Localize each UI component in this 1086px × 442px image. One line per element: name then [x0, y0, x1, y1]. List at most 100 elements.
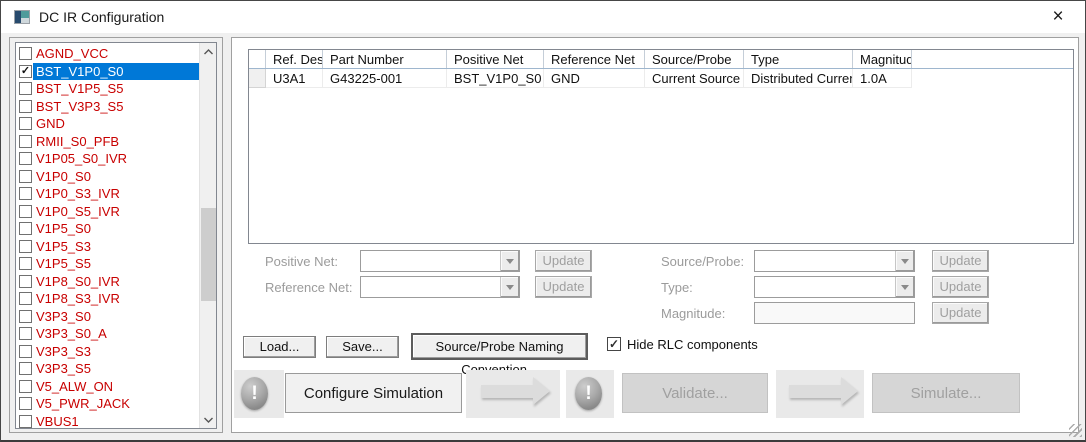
- net-name: V5_PWR_JACK: [36, 396, 130, 412]
- net-checkbox[interactable]: [19, 327, 32, 341]
- column-header-type[interactable]: Type: [744, 50, 853, 68]
- list-item-v3p3_s5[interactable]: V3P3_S5: [16, 360, 199, 378]
- list-item-v1p8_s0_ivr[interactable]: V1P8_S0_IVR: [16, 273, 199, 291]
- net-checkbox[interactable]: [19, 344, 32, 358]
- list-item-v1p8_s3_ivr[interactable]: V1P8_S3_IVR: [16, 290, 199, 308]
- net-checkbox[interactable]: [19, 99, 32, 113]
- source-probe-naming-convention-button[interactable]: Source/Probe Naming Convention...: [411, 333, 588, 377]
- net-name: V1P5_S5: [36, 256, 91, 272]
- list-item-v3p3_s3[interactable]: V3P3_S3: [16, 343, 199, 361]
- table-cell: G43225-001: [323, 69, 447, 88]
- net-checkbox[interactable]: [19, 274, 32, 288]
- configure-simulation-button[interactable]: Configure Simulation: [285, 373, 462, 413]
- magnitude-field: [754, 302, 915, 324]
- net-checkbox[interactable]: [19, 117, 32, 131]
- close-icon[interactable]: ×: [1035, 1, 1081, 33]
- net-name: GND: [36, 116, 65, 132]
- list-item-rmii_s0_pfb[interactable]: RMII_S0_PFB: [16, 133, 199, 151]
- net-name: BST_V1P0_S0: [33, 62, 199, 80]
- net-checkbox[interactable]: [19, 397, 32, 411]
- net-checkbox[interactable]: [19, 222, 32, 236]
- list-item-gnd[interactable]: GND: [16, 115, 199, 133]
- net-list-panel: AGND_VCC ✓ BST_V1P0_S0 BST_V1P5_S5 BST_V3P3_…: [9, 37, 223, 433]
- list-item-v5_pwr_jack[interactable]: V5_PWR_JACK: [16, 395, 199, 413]
- chevron-down-icon: [500, 277, 519, 297]
- column-header-reference-net[interactable]: Reference Net: [544, 50, 645, 68]
- net-list-scrollbar[interactable]: [199, 43, 216, 428]
- net-name: AGND_VCC: [36, 46, 109, 62]
- chevron-down-icon: [895, 251, 914, 271]
- scrollbar-thumb[interactable]: [201, 208, 216, 301]
- net-checkbox[interactable]: [19, 239, 32, 253]
- list-item-vbus1[interactable]: VBUS1: [16, 413, 199, 428]
- net-checkbox[interactable]: [19, 414, 32, 428]
- net-checkbox[interactable]: [19, 82, 32, 96]
- list-item-v3p3_s0[interactable]: V3P3_S0: [16, 308, 199, 326]
- net-checkbox[interactable]: [19, 292, 32, 306]
- simulate-button: Simulate...: [872, 373, 1020, 413]
- net-listbox: AGND_VCC ✓ BST_V1P0_S0 BST_V1P5_S5 BST_V3P3_…: [15, 42, 217, 429]
- net-checkbox[interactable]: [19, 187, 32, 201]
- table-cell: 1.0A: [853, 69, 912, 88]
- list-item-bst_v3p3_s5[interactable]: BST_V3P3_S5: [16, 98, 199, 116]
- column-header-source-probe[interactable]: Source/Probe: [645, 50, 744, 68]
- net-name: V3P3_S0_A: [36, 326, 107, 342]
- net-name: V1P8_S0_IVR: [36, 273, 120, 289]
- net-checkbox[interactable]: [19, 47, 32, 61]
- list-item-v1p0_s5_ivr[interactable]: V1P0_S5_IVR: [16, 203, 199, 221]
- list-item-v3p3_s0_a[interactable]: V3P3_S0_A: [16, 325, 199, 343]
- arrow-right-icon: [481, 377, 550, 405]
- configuration-panel: Ref. Des. Part Number Positive Net Referenc…: [231, 37, 1079, 433]
- net-checkbox[interactable]: [19, 152, 32, 166]
- column-header-positive-net[interactable]: Positive Net: [447, 50, 544, 68]
- list-item-bst_v1p0_s0[interactable]: ✓ BST_V1P0_S0: [16, 62, 199, 81]
- type-label: Type:: [661, 280, 693, 295]
- net-name: V1P0_S0: [36, 168, 91, 184]
- scroll-down-icon[interactable]: [200, 411, 216, 428]
- column-header-part-number[interactable]: Part Number: [323, 50, 447, 68]
- save-button[interactable]: Save...: [326, 336, 399, 358]
- net-name: V3P3_S3: [36, 343, 91, 359]
- list-item-v5_alw_on[interactable]: V5_ALW_ON: [16, 378, 199, 396]
- net-checkbox[interactable]: [19, 379, 32, 393]
- net-checkbox[interactable]: [19, 362, 32, 376]
- chevron-down-icon: [500, 251, 519, 271]
- row-selector-cell[interactable]: [249, 69, 266, 88]
- net-checkbox[interactable]: [19, 309, 32, 323]
- net-name: V1P5_S0: [36, 221, 91, 237]
- table-row[interactable]: U3A1 G43225-001 BST_V1P0_S0 GND Current Sour…: [249, 69, 1073, 88]
- list-item-v1p5_s3[interactable]: V1P5_S3: [16, 238, 199, 256]
- list-item-v1p5_s0[interactable]: V1P5_S0: [16, 220, 199, 238]
- table-cell: Distributed Current: [744, 69, 853, 88]
- net-name: V3P3_S0: [36, 308, 91, 324]
- list-item-bst_v1p5_s5[interactable]: BST_V1P5_S5: [16, 80, 199, 98]
- list-item-v1p0_s3_ivr[interactable]: V1P0_S3_IVR: [16, 185, 199, 203]
- list-item-v1p5_s5[interactable]: V1P5_S5: [16, 255, 199, 273]
- load-button[interactable]: Load...: [243, 336, 316, 358]
- list-item-v1p05_s0_ivr[interactable]: V1P05_S0_IVR: [16, 150, 199, 168]
- window-title: DC IR Configuration: [39, 9, 165, 25]
- reference-net-label: Reference Net:: [265, 280, 353, 295]
- reference-net-update-button: Update: [535, 276, 592, 298]
- net-checkbox[interactable]: [19, 204, 32, 218]
- table-header-row: Ref. Des. Part Number Positive Net Referenc…: [249, 50, 1073, 69]
- column-header-magnitude[interactable]: Magnitude: [853, 50, 912, 68]
- net-checkbox[interactable]: [19, 134, 32, 148]
- header-selector-cell: [249, 50, 266, 68]
- net-checkbox[interactable]: [19, 169, 32, 183]
- validate-warning-icon: !: [575, 377, 602, 410]
- column-header-ref-des-[interactable]: Ref. Des.: [266, 50, 323, 68]
- source-probe-combo: [754, 250, 915, 272]
- source-probe-update-button: Update: [932, 250, 989, 272]
- scroll-up-icon[interactable]: [200, 43, 216, 60]
- net-checkbox[interactable]: ✓: [19, 64, 32, 78]
- hide-rlc-checkbox[interactable]: ✓: [607, 337, 621, 351]
- net-name: V1P0_S5_IVR: [36, 203, 120, 219]
- magnitude-update-button: Update: [932, 302, 989, 324]
- configure-warning-icon: !: [241, 377, 268, 410]
- net-name: V1P0_S3_IVR: [36, 186, 120, 202]
- list-item-agnd_vcc[interactable]: AGND_VCC: [16, 45, 199, 63]
- net-checkbox[interactable]: [19, 257, 32, 271]
- list-item-v1p0_s0[interactable]: V1P0_S0: [16, 168, 199, 186]
- resize-grip[interactable]: [1069, 424, 1082, 437]
